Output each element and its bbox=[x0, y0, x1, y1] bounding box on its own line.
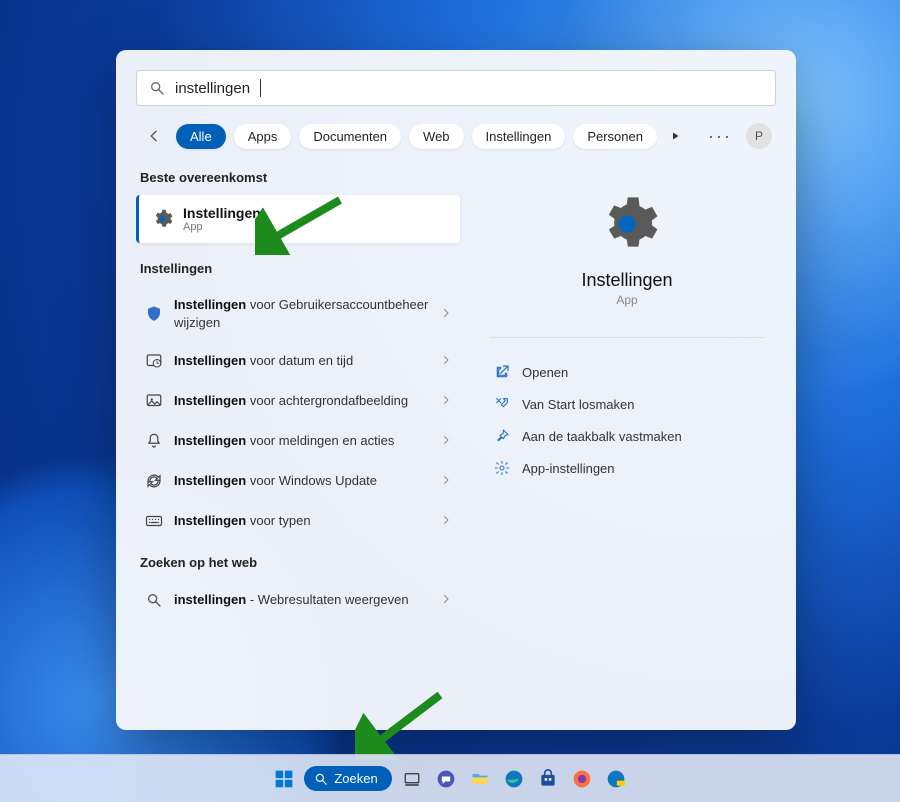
settings-result-item[interactable]: Instellingen voor meldingen en acties bbox=[136, 421, 460, 461]
taskbar-search-label: Zoeken bbox=[334, 771, 377, 786]
best-match-header: Beste overeenkomst bbox=[140, 170, 456, 185]
chevron-right-icon bbox=[440, 306, 452, 322]
chevron-right-icon bbox=[440, 513, 452, 529]
tab-documenten[interactable]: Documenten bbox=[299, 124, 401, 149]
overflow-menu[interactable]: ··· bbox=[702, 126, 738, 147]
settings-result-item[interactable]: Instellingen voor Gebruikersaccountbehee… bbox=[136, 286, 460, 341]
start-button[interactable] bbox=[270, 765, 298, 793]
settings-result-item[interactable]: Instellingen voor achtergrondafbeelding bbox=[136, 381, 460, 421]
chevron-right-icon bbox=[440, 353, 452, 369]
action-label: Aan de taakbalk vastmaken bbox=[522, 429, 682, 444]
windows-search-panel: instellingen Alle Apps Documenten Web In… bbox=[116, 50, 796, 730]
chevron-right-icon bbox=[440, 393, 452, 409]
sync-icon bbox=[144, 471, 164, 491]
filter-tabs-row: Alle Apps Documenten Web Instellingen Pe… bbox=[140, 122, 772, 150]
back-button[interactable] bbox=[140, 122, 168, 150]
firefox-icon[interactable] bbox=[568, 765, 596, 793]
result-text: Instellingen voor datum en tijd bbox=[174, 352, 430, 370]
results-column: Beste overeenkomst Instellingen App Inst… bbox=[136, 164, 466, 724]
pin-icon bbox=[494, 428, 510, 444]
detail-subtitle: App bbox=[616, 293, 637, 307]
tab-web[interactable]: Web bbox=[409, 124, 464, 149]
action-label: App-instellingen bbox=[522, 461, 615, 476]
detail-action-gear[interactable]: App-instellingen bbox=[490, 452, 764, 484]
text-caret bbox=[260, 79, 261, 97]
user-avatar[interactable]: P bbox=[746, 123, 772, 149]
search-icon bbox=[149, 80, 165, 96]
detail-pane: Instellingen App Openen Van Start losmake… bbox=[466, 164, 776, 724]
settings-result-item[interactable]: Instellingen voor Windows Update bbox=[136, 461, 460, 501]
best-match-title: Instellingen bbox=[183, 205, 261, 221]
best-match-item[interactable]: Instellingen App bbox=[136, 195, 460, 243]
shield-icon bbox=[144, 304, 164, 324]
tab-alle[interactable]: Alle bbox=[176, 124, 226, 149]
result-text: Instellingen voor Windows Update bbox=[174, 472, 430, 490]
result-text: Instellingen voor meldingen en acties bbox=[174, 432, 430, 450]
chevron-right-icon bbox=[440, 433, 452, 449]
keyboard-icon bbox=[144, 511, 164, 531]
open-external-icon bbox=[494, 364, 510, 380]
task-view-button[interactable] bbox=[398, 765, 426, 793]
search-box[interactable]: instellingen bbox=[136, 70, 776, 106]
tab-personen[interactable]: Personen bbox=[573, 124, 657, 149]
search-input-value: instellingen bbox=[175, 80, 250, 97]
detail-action-open-external[interactable]: Openen bbox=[490, 356, 764, 388]
gear-icon bbox=[595, 192, 659, 256]
settings-result-item[interactable]: Instellingen voor typen bbox=[136, 501, 460, 541]
picture-icon bbox=[144, 391, 164, 411]
gear-icon bbox=[151, 208, 173, 230]
web-result-text: instellingen - Webresultaten weergeven bbox=[174, 591, 430, 609]
action-label: Openen bbox=[522, 365, 568, 380]
settings-section-header: Instellingen bbox=[140, 261, 456, 276]
web-section-header: Zoeken op het web bbox=[140, 555, 456, 570]
best-match-subtitle: App bbox=[183, 221, 261, 233]
store-icon[interactable] bbox=[534, 765, 562, 793]
unpin-start-icon bbox=[494, 396, 510, 412]
edge-canary-icon[interactable] bbox=[602, 765, 630, 793]
tab-apps[interactable]: Apps bbox=[234, 124, 292, 149]
action-label: Van Start losmaken bbox=[522, 397, 634, 412]
taskbar: Zoeken bbox=[0, 754, 900, 802]
tab-instellingen[interactable]: Instellingen bbox=[472, 124, 566, 149]
more-filters-button[interactable] bbox=[665, 126, 685, 146]
result-text: Instellingen voor typen bbox=[174, 512, 430, 530]
web-result-item[interactable]: instellingen - Webresultaten weergeven bbox=[136, 580, 460, 620]
chevron-right-icon bbox=[440, 592, 452, 608]
settings-result-item[interactable]: Instellingen voor datum en tijd bbox=[136, 341, 460, 381]
result-text: Instellingen voor Gebruikersaccountbehee… bbox=[174, 296, 430, 331]
search-icon bbox=[144, 590, 164, 610]
result-text: Instellingen voor achtergrondafbeelding bbox=[174, 392, 430, 410]
bell-icon bbox=[144, 431, 164, 451]
detail-action-unpin-start[interactable]: Van Start losmaken bbox=[490, 388, 764, 420]
file-explorer-icon[interactable] bbox=[466, 765, 494, 793]
clock-thumb-icon bbox=[144, 351, 164, 371]
taskbar-search-button[interactable]: Zoeken bbox=[304, 766, 391, 791]
divider bbox=[490, 337, 764, 338]
chevron-right-icon bbox=[440, 473, 452, 489]
detail-action-pin[interactable]: Aan de taakbalk vastmaken bbox=[490, 420, 764, 452]
edge-icon[interactable] bbox=[500, 765, 528, 793]
gear-icon bbox=[494, 460, 510, 476]
chat-icon[interactable] bbox=[432, 765, 460, 793]
detail-title: Instellingen bbox=[581, 270, 672, 291]
